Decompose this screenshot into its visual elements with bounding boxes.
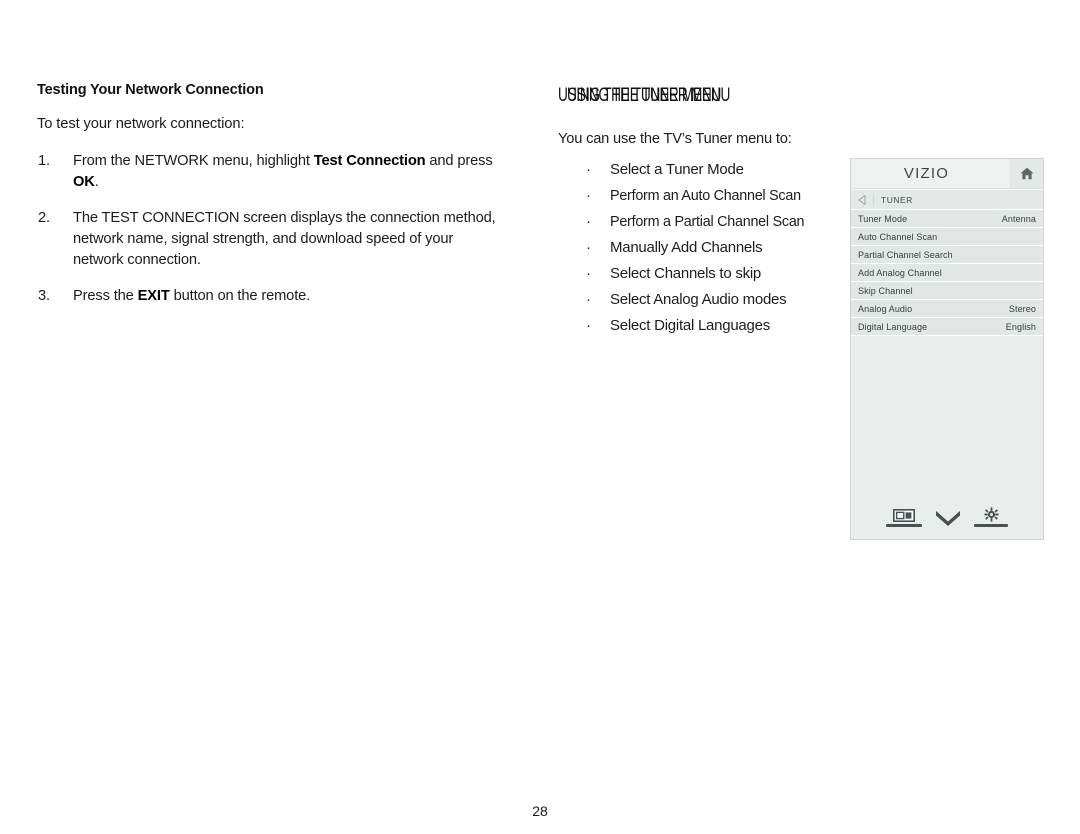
tv-menu-row[interactable]: Analog Audio Stereo (851, 300, 1043, 318)
step-text: Press the EXIT button on the remote. (73, 288, 310, 304)
step-text: The TEST CONNECTION screen displays the … (73, 210, 496, 268)
list-item-label: Perform an Auto Channel Scan (610, 186, 801, 204)
step-number: 3. (38, 287, 50, 304)
bullet-dot-icon: · (586, 290, 591, 308)
step-item: 2. The TEST CONNECTION screen displays th… (37, 208, 507, 271)
bullet-dot-icon: · (586, 264, 591, 282)
gear-icon[interactable] (974, 507, 1008, 527)
list-item-label: Perform a Partial Channel Scan (610, 212, 805, 230)
section-heading: Testing Your Network Connection (37, 82, 264, 98)
list-item: · Perform an Auto Channel Scan (558, 188, 858, 203)
tv-tuner-menu-panel: VIZIO TUNER Tuner Mode Antenna Auto Channe… (850, 158, 1044, 540)
bullet-dot-icon: · (586, 238, 591, 256)
screen-icon-underline (886, 524, 922, 527)
tv-menu-row-label: Skip Channel (858, 285, 913, 296)
step-item: 3. Press the EXIT button on the remote. (37, 286, 507, 307)
list-item: · Select Digital Languages (558, 318, 858, 333)
page-title-layer-b: USING THE TUNER MENU (567, 84, 731, 106)
tv-menu-empty-area (851, 336, 1043, 528)
list-item-label: Select Analog Audio modes (610, 290, 787, 308)
step-text-fragment: and press (425, 153, 493, 170)
tv-menu-row[interactable]: Digital Language English (851, 318, 1043, 336)
list-item-label: Manually Add Channels (610, 238, 763, 256)
home-icon[interactable] (1011, 159, 1043, 188)
tv-menu-row-value: Stereo (1008, 303, 1036, 314)
step-text: From the NETWORK menu, highlight Test Co… (73, 153, 493, 190)
list-item-label: Select a Tuner Mode (610, 160, 744, 178)
gear-icon-underline (974, 524, 1008, 527)
page-title: USING THE TUNER MENU USING THE TUNER MEN… (558, 82, 858, 108)
list-item: · Select Analog Audio modes (558, 292, 858, 307)
tv-menu-header: VIZIO (851, 159, 1043, 189)
page-number: 28 (532, 803, 548, 819)
tv-menu-rows: Tuner Mode Antenna Auto Channel Scan Partia… (851, 210, 1043, 336)
tv-menu-row[interactable]: Tuner Mode Antenna (851, 210, 1043, 228)
numbered-steps-list: 1. From the NETWORK menu, highlight Test … (37, 151, 507, 306)
list-item: · Manually Add Channels (558, 240, 858, 255)
chevron-down-icon[interactable] (935, 510, 961, 527)
step-number: 1. (38, 153, 50, 170)
feature-bullet-list: · Select a Tuner Mode · Perform an Auto Cha… (558, 162, 858, 333)
bullet-dot-icon: · (586, 160, 591, 178)
breadcrumb-label: TUNER (881, 194, 913, 205)
tv-menu-row-label: Tuner Mode (858, 213, 908, 224)
list-item: · Select Channels to skip (558, 266, 858, 281)
step-text-fragment: From the NETWORK menu, highlight (73, 153, 314, 170)
tv-menu-row-value: Antenna (1001, 213, 1036, 224)
vizio-logo: VIZIO (851, 159, 1011, 188)
list-item-label: Select Channels to skip (610, 264, 762, 282)
step-text-fragment: The TEST CONNECTION screen displays the … (73, 209, 496, 268)
step-number: 2. (38, 209, 50, 226)
right-column: USING THE TUNER MENU USING THE TUNER MEN… (558, 82, 858, 344)
list-item-label: Select Digital Languages (610, 316, 770, 334)
breadcrumb: TUNER (851, 189, 1043, 210)
manual-page: Testing Your Network Connection To test … (0, 0, 1080, 834)
step-text-fragment: Press the (73, 287, 138, 304)
tv-menu-row-label: Partial Channel Search (858, 249, 953, 260)
screen-display-icon[interactable] (886, 509, 922, 527)
tv-menu-row-value: English (1005, 321, 1036, 332)
tv-menu-row-label: Analog Audio (858, 303, 913, 314)
lead-text: You can use the TV’s Tuner menu to: (558, 131, 792, 147)
step-text-emphasis: Test Connection (313, 153, 426, 170)
intro-text: To test your network connection: (37, 116, 245, 133)
list-item: · Perform a Partial Channel Scan (558, 214, 858, 229)
tv-menu-row[interactable]: Auto Channel Scan (851, 228, 1043, 246)
tv-menu-row-label: Add Analog Channel (858, 267, 942, 278)
list-item: · Select a Tuner Mode (558, 162, 858, 177)
bullet-dot-icon: · (586, 212, 591, 230)
tv-menu-row[interactable]: Partial Channel Search (851, 246, 1043, 264)
tv-menu-row[interactable]: Add Analog Channel (851, 264, 1043, 282)
tv-menu-footer-icons (851, 507, 1043, 527)
bullet-dot-icon: · (586, 186, 591, 204)
step-text-fragment: button on the remote. (169, 287, 311, 304)
bullet-dot-icon: · (586, 316, 591, 334)
left-column: Testing Your Network Connection To test … (37, 82, 507, 321)
step-item: 1. From the NETWORK menu, highlight Test … (37, 151, 507, 193)
tv-menu-row[interactable]: Skip Channel (851, 282, 1043, 300)
tv-menu-row-label: Digital Language (858, 321, 928, 332)
tv-menu-row-label: Auto Channel Scan (858, 231, 938, 242)
step-text-fragment: . (94, 174, 99, 191)
back-arrow-icon[interactable] (851, 194, 874, 205)
step-text-emphasis: OK (73, 174, 95, 191)
step-text-emphasis: EXIT (137, 287, 170, 304)
